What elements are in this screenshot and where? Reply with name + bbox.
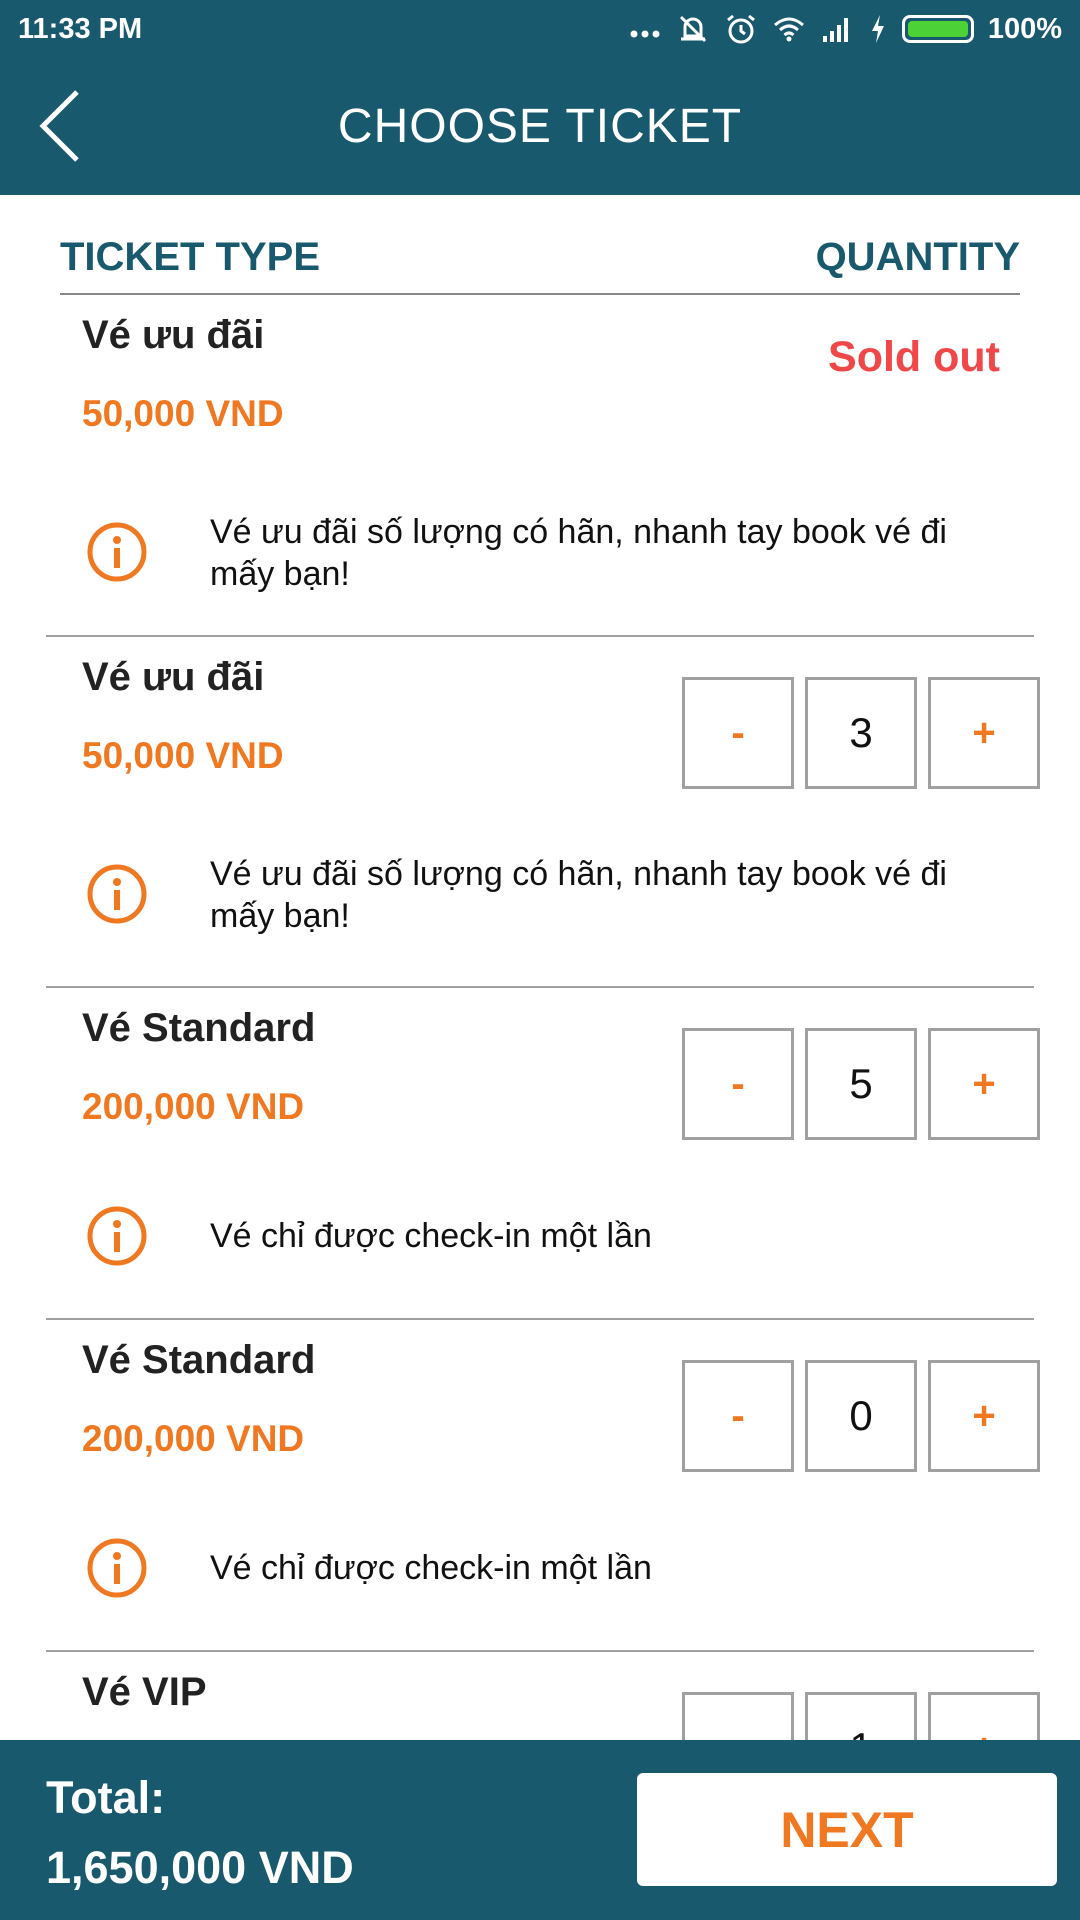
ticket-item: Vé ưu đãi 50,000 VND Sold out Vé ưu đãi … (46, 295, 1034, 637)
quantity-stepper: - 0 + (682, 1360, 1040, 1472)
charging-bolt-icon (871, 15, 884, 43)
total-value: 1,650,000 VND (46, 1842, 354, 1893)
quantity-value[interactable]: 0 (805, 1360, 917, 1472)
ticket-list[interactable]: TICKET TYPE QUANTITY Vé ưu đãi 50,000 VN… (0, 195, 1080, 1740)
ticket-name: Vé Standard (82, 1338, 316, 1382)
ticket-price: 50,000 VND (82, 735, 284, 776)
ticket-price: 200,000 VND (82, 1418, 305, 1459)
ticket-item: Vé Standard 200,000 VND - 5 + Vé chỉ đượ… (46, 988, 1040, 1320)
status-time: 11:33 PM (18, 12, 143, 45)
battery-icon (901, 15, 974, 43)
ticket-item: Vé Standard 200,000 VND - 0 + Vé chỉ đượ… (46, 1320, 1040, 1652)
quantity-stepper: - 1 + (682, 1692, 1040, 1740)
decrement-button[interactable]: - (682, 677, 794, 789)
chevron-left-icon (39, 90, 79, 162)
status-icons: 100% (628, 12, 1062, 46)
cell-signal-icon (822, 18, 848, 42)
quantity-value[interactable]: 1 (805, 1692, 917, 1740)
increment-button[interactable]: + (928, 677, 1040, 789)
decrement-button[interactable]: - (682, 1028, 794, 1140)
ticket-name: Vé ưu đãi (82, 655, 265, 699)
ticket-type-header: TICKET TYPE (60, 235, 321, 279)
column-header: TICKET TYPE QUANTITY (60, 235, 1020, 295)
more-dots-icon (630, 30, 660, 38)
ticket-note: Vé ưu đãi số lượng có hãn, nhanh tay boo… (210, 855, 947, 935)
ticket-name: Vé ưu đãi (82, 313, 265, 357)
notifications-off-icon (679, 15, 706, 43)
quantity-header: QUANTITY (815, 235, 1020, 279)
ticket-note: Vé ưu đãi số lượng có hãn, nhanh tay boo… (210, 513, 947, 593)
ticket-note: Vé chỉ được check-in một lần (210, 1549, 652, 1587)
page-title: CHOOSE TICKET (337, 100, 743, 153)
ticket-price: 200,000 VND (82, 1086, 305, 1127)
checkout-bar: Total: 1,650,000 VND NEXT (0, 1740, 1080, 1920)
quantity-stepper: - 3 + (682, 677, 1040, 789)
info-icon (87, 864, 147, 924)
status-bar: 11:33 PM 100% (0, 0, 1080, 58)
ticket-note: Vé chỉ được check-in một lần (210, 1217, 652, 1255)
increment-button[interactable]: + (928, 1028, 1040, 1140)
quantity-stepper: - 5 + (682, 1028, 1040, 1140)
ticket-item: Vé VIP - 1 + (46, 1652, 1040, 1740)
info-icon (87, 522, 147, 582)
ticket-price: 50,000 VND (82, 393, 284, 434)
decrement-button[interactable]: - (682, 1360, 794, 1472)
info-icon (87, 1538, 147, 1598)
ticket-name: Vé Standard (82, 1006, 316, 1050)
back-button[interactable] (30, 86, 90, 166)
info-icon (87, 1206, 147, 1266)
app-bar: CHOOSE TICKET (0, 58, 1080, 195)
total-label: Total: (46, 1772, 166, 1823)
quantity-value[interactable]: 5 (805, 1028, 917, 1140)
increment-button[interactable]: + (928, 1692, 1040, 1740)
sold-out-label: Sold out (828, 333, 1000, 381)
quantity-value[interactable]: 3 (805, 677, 917, 789)
next-button[interactable]: NEXT (637, 1773, 1057, 1886)
decrement-button[interactable]: - (682, 1692, 794, 1740)
ticket-name: Vé VIP (82, 1670, 207, 1714)
increment-button[interactable]: + (928, 1360, 1040, 1472)
wifi-icon (773, 17, 804, 42)
battery-percent: 100% (987, 12, 1062, 45)
alarm-icon (726, 14, 755, 44)
ticket-item: Vé ưu đãi 50,000 VND - 3 + Vé ưu đãi số … (46, 637, 1040, 988)
